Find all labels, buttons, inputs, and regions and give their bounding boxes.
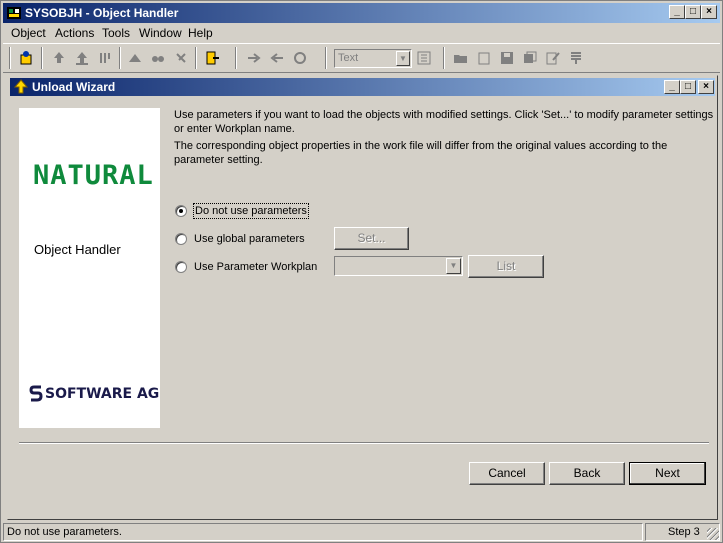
application-window: SYSOBJH - Object Handler _ □ × Object Ac…	[0, 0, 723, 543]
back-button[interactable]: Back	[549, 462, 625, 485]
properties-icon[interactable]	[414, 48, 434, 68]
wizard-title: Unload Wizard	[32, 80, 116, 94]
edit-icon[interactable]	[543, 48, 563, 68]
app-icon	[7, 7, 21, 19]
save-icon[interactable]	[497, 48, 517, 68]
radio-button[interactable]	[175, 233, 187, 245]
close-button[interactable]: ×	[701, 5, 717, 19]
next-button[interactable]: Next	[629, 462, 706, 485]
menu-bar: Object Actions Tools Window Help	[3, 24, 720, 42]
menu-window[interactable]: Window	[139, 26, 182, 40]
wizard-minimize-button[interactable]: _	[664, 80, 680, 94]
toolbar: Text ▼	[3, 43, 720, 73]
title-bar[interactable]: SYSOBJH - Object Handler _ □ ×	[3, 3, 720, 23]
radio-label: Use Parameter Workplan	[194, 261, 318, 273]
scan-icon[interactable]	[125, 48, 145, 68]
status-bar: Do not use parameters. Step 3	[3, 522, 720, 541]
window-title: SYSOBJH - Object Handler	[25, 6, 179, 20]
menu-help[interactable]: Help	[188, 26, 213, 40]
radio-label: Use global parameters	[194, 233, 305, 245]
toolbar-separator	[325, 47, 327, 69]
minimize-button[interactable]: _	[669, 5, 685, 19]
toolbar-separator	[41, 47, 43, 69]
toolbar-separator	[443, 47, 445, 69]
cancel-button[interactable]: Cancel	[469, 462, 545, 485]
wizard-title-bar[interactable]: Unload Wizard _ □ ×	[10, 78, 715, 96]
software-ag-logo: SOFTWARE AG	[29, 384, 159, 404]
open-library-icon[interactable]	[16, 48, 36, 68]
report-icon[interactable]	[566, 48, 586, 68]
wizard-close-button[interactable]: ×	[698, 80, 714, 94]
resize-grip-icon[interactable]	[707, 528, 719, 540]
radio-label: Do not use parameters	[193, 203, 309, 219]
find-icon[interactable]	[148, 48, 168, 68]
toolbar-separator	[195, 47, 197, 69]
new-file-icon[interactable]	[474, 48, 494, 68]
copy-icon[interactable]	[520, 48, 540, 68]
list-button[interactable]: List	[468, 255, 544, 278]
software-ag-mark-icon	[29, 385, 43, 402]
description-1: Use parameters if you want to load the o…	[174, 109, 714, 135]
set-button[interactable]: Set...	[334, 227, 409, 250]
unload-arrow-icon	[13, 79, 29, 94]
radio-no-parameters[interactable]: Do not use parameters	[175, 202, 309, 220]
branding-panel: NATURAL Object Handler SOFTWARE AG	[19, 108, 160, 428]
description-2: The corresponding object properties in t…	[174, 140, 668, 166]
chevron-down-icon[interactable]: ▼	[396, 51, 410, 66]
natural-logo: NATURAL	[33, 160, 154, 191]
status-message: Do not use parameters.	[3, 523, 643, 541]
divider	[19, 442, 709, 444]
open-folder-icon[interactable]	[451, 48, 471, 68]
radio-parameter-workplan[interactable]: Use Parameter Workplan	[175, 258, 318, 276]
exit-icon[interactable]	[202, 48, 222, 68]
software-ag-logo-text: SOFTWARE AG	[45, 386, 160, 402]
load-icon[interactable]	[72, 48, 92, 68]
text-format-combo[interactable]: Text ▼	[334, 49, 412, 68]
chevron-down-icon[interactable]: ▼	[446, 258, 461, 274]
toolbar-separator	[9, 47, 11, 69]
workplan-combo[interactable]: ▼	[334, 256, 463, 276]
menu-tools[interactable]: Tools	[102, 26, 130, 40]
menu-object[interactable]: Object	[11, 26, 46, 40]
unload-icon[interactable]	[49, 48, 69, 68]
maximize-button[interactable]: □	[685, 5, 701, 19]
wizard-maximize-button[interactable]: □	[680, 80, 696, 94]
radio-button[interactable]	[175, 261, 187, 273]
toolbar-separator	[119, 47, 121, 69]
arrow-left-icon[interactable]	[267, 48, 287, 68]
arrow-right-icon[interactable]	[244, 48, 264, 68]
product-name: Object Handler	[34, 242, 121, 257]
radio-global-parameters[interactable]: Use global parameters	[175, 230, 306, 248]
transfer-icon[interactable]	[95, 48, 115, 68]
restore-icon[interactable]	[171, 48, 191, 68]
toolbar-separator	[235, 47, 237, 69]
menu-actions[interactable]: Actions	[55, 26, 94, 40]
radio-button[interactable]	[175, 205, 187, 217]
unload-wizard-window: Unload Wizard _ □ × NATURAL Object Handl…	[7, 75, 718, 520]
refresh-icon[interactable]	[290, 48, 310, 68]
